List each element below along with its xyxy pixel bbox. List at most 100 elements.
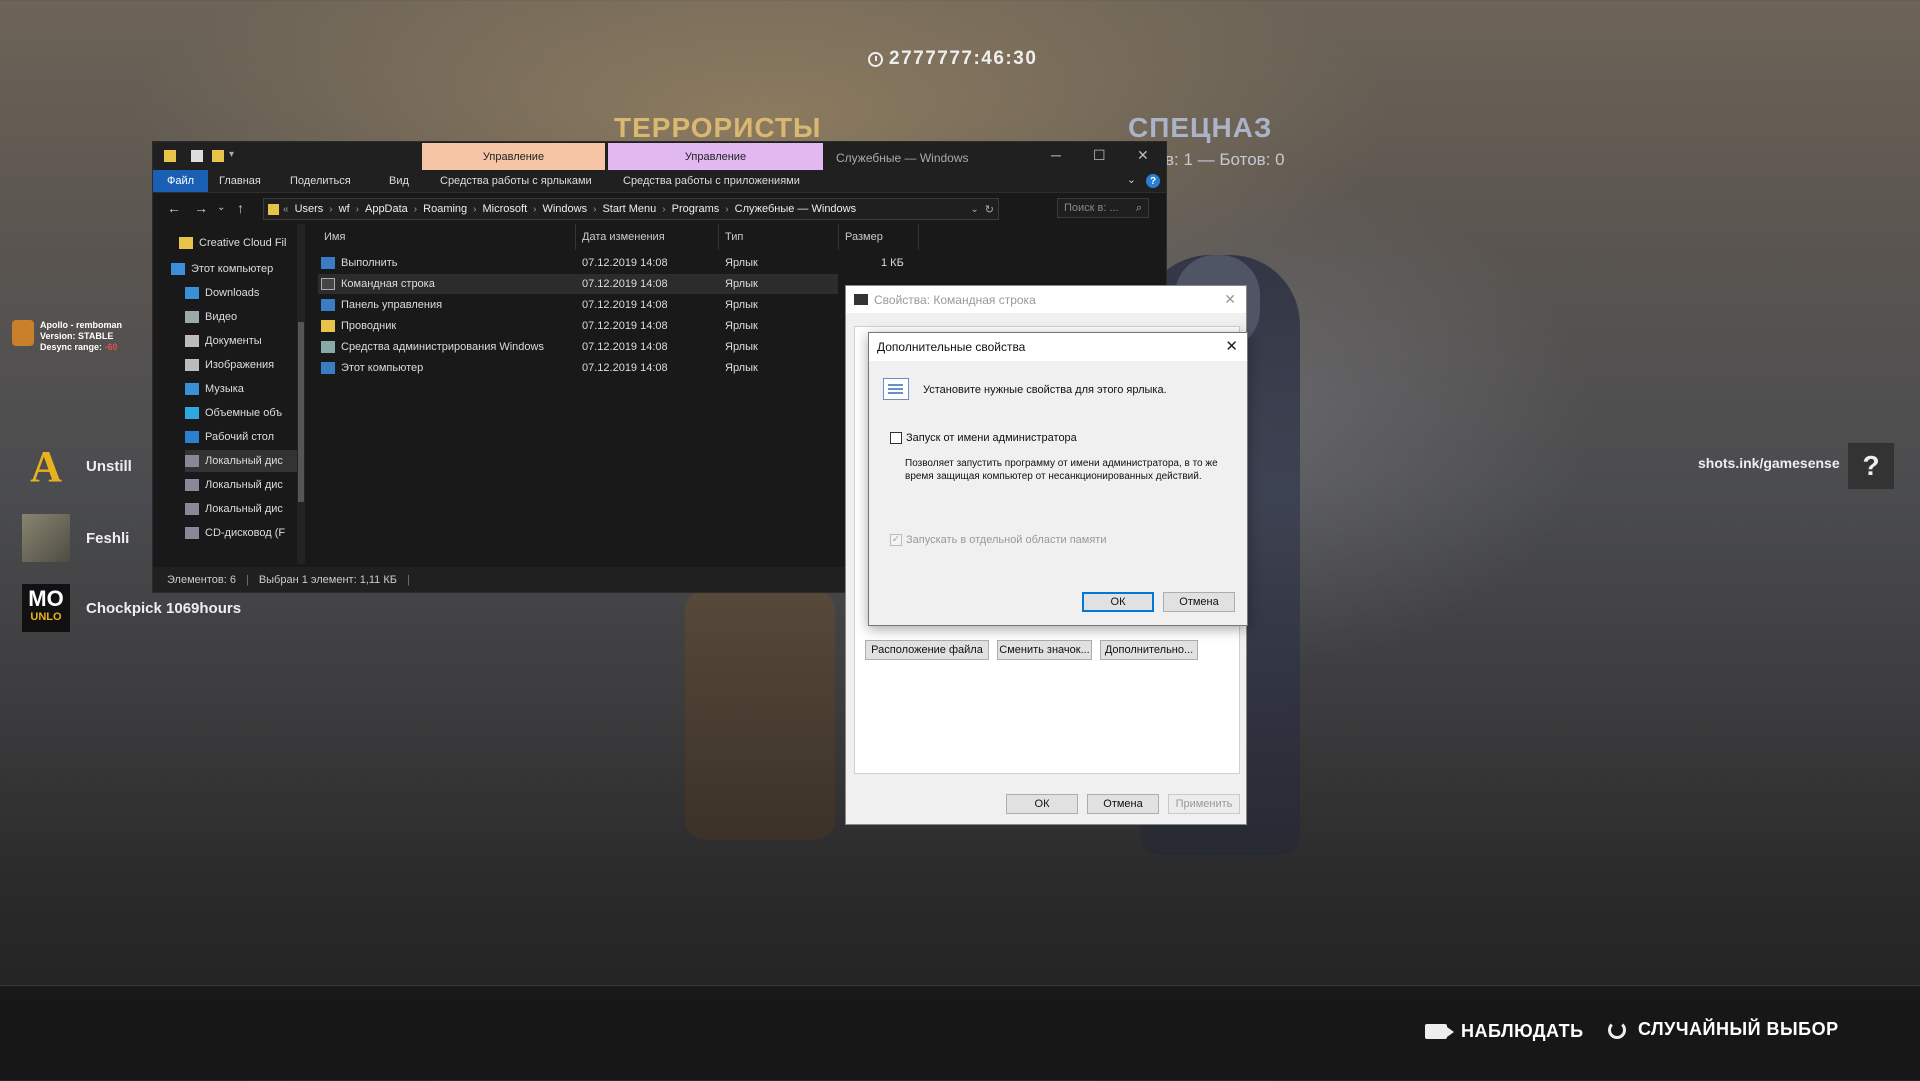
admin-tools-icon <box>321 341 335 354</box>
cube-icon <box>185 407 199 419</box>
nav-scrollbar-thumb[interactable] <box>298 322 304 502</box>
nav-item-music[interactable]: Музыка <box>185 378 244 400</box>
document-icon <box>185 335 199 347</box>
team-terrorists-label[interactable]: ТЕРРОРИСТЫ <box>614 112 821 144</box>
nav-item-this-pc[interactable]: Этот компьютер <box>171 258 273 280</box>
tab-file[interactable]: Файл <box>153 170 209 192</box>
random-select-button[interactable]: СЛУЧАЙНЫЙ ВЫБОР <box>1608 1019 1839 1040</box>
nav-item-local-disk[interactable]: Локальный дис <box>185 450 297 472</box>
separate-memory-checkbox: ✓ <box>890 534 902 546</box>
player-entry[interactable]: Feshli <box>22 514 129 562</box>
nav-item-cd-drive[interactable]: CD-дисковод (F <box>185 522 285 544</box>
team-ct-label[interactable]: СПЕЦНАЗ <box>1128 112 1272 144</box>
breadcrumb[interactable]: wf <box>339 203 350 215</box>
cancel-button[interactable]: Отмена <box>1163 592 1235 612</box>
nav-item-documents[interactable]: Документы <box>185 330 262 352</box>
address-dropdown-icon[interactable]: ⌄ <box>970 204 978 215</box>
table-row[interactable]: Выполнить 07.12.2019 14:08 Ярлык 1 КБ <box>318 253 904 273</box>
separate-memory-label: Запускать в отдельной области памяти <box>906 534 1107 546</box>
nav-item-3d-objects[interactable]: Объемные объ <box>185 402 282 424</box>
player-entry[interactable]: A Unstill <box>22 442 132 491</box>
ribbon-expand-icon[interactable]: ⌄ <box>1127 173 1136 186</box>
context-tab-app-manage[interactable]: Управление <box>608 143 823 171</box>
close-icon[interactable]: ✕ <box>1137 147 1149 164</box>
advanced-properties-dialog: Дополнительные свойства ✕ Установите нуж… <box>868 332 1248 626</box>
control-panel-icon <box>321 299 335 312</box>
breadcrumb[interactable]: Служебные — Windows <box>735 203 856 215</box>
maximize-icon[interactable]: ☐ <box>1093 147 1106 164</box>
column-header-date[interactable]: Дата изменения <box>576 224 719 250</box>
folder-icon <box>164 150 176 162</box>
advanced-button[interactable]: Дополнительно... <box>1100 640 1198 660</box>
run-as-admin-checkbox[interactable] <box>890 432 902 444</box>
tab-shortcut-tools[interactable]: Средства работы с ярлыками <box>428 170 604 192</box>
forward-icon[interactable]: → <box>194 200 208 216</box>
nav-item-local-disk[interactable]: Локальный дис <box>185 498 283 520</box>
cmd-icon <box>854 294 868 305</box>
advanced-prompt: Установите нужные свойства для этого ярл… <box>923 384 1167 396</box>
change-icon-button[interactable]: Сменить значок... <box>997 640 1092 660</box>
breadcrumb[interactable]: Roaming <box>423 203 467 215</box>
table-row[interactable]: Этот компьютер 07.12.2019 14:08 Ярлык <box>318 358 838 378</box>
computer-icon <box>171 263 185 275</box>
window-title: Служебные — Windows <box>836 151 969 165</box>
music-icon <box>185 383 199 395</box>
table-row-selected[interactable]: Командная строка 07.12.2019 14:08 Ярлык <box>318 274 838 294</box>
list-icon <box>883 378 909 400</box>
drive-icon <box>185 455 199 467</box>
nav-item[interactable]: Creative Cloud Fil <box>179 232 286 254</box>
avatar: MO UNLO <box>22 584 70 632</box>
tab-app-tools[interactable]: Средства работы с приложениями <box>611 170 812 192</box>
nav-item-pictures[interactable]: Изображения <box>185 354 274 376</box>
refresh-icon[interactable]: ↻ <box>985 203 994 216</box>
breadcrumb[interactable]: Users <box>295 203 324 215</box>
explorer-titlebar[interactable]: ▾ Управление Управление Служебные — Wind… <box>153 142 1166 171</box>
breadcrumb[interactable]: Windows <box>542 203 587 215</box>
help-button[interactable]: ? <box>1848 443 1894 489</box>
cancel-button[interactable]: Отмена <box>1087 794 1159 814</box>
file-location-button[interactable]: Расположение файла <box>865 640 989 660</box>
breadcrumb[interactable]: Start Menu <box>602 203 656 215</box>
new-folder-icon[interactable] <box>212 150 224 162</box>
column-header-name[interactable]: Имя <box>318 224 576 250</box>
back-icon[interactable]: ← <box>167 200 181 216</box>
video-icon <box>185 311 199 323</box>
nav-item-local-disk[interactable]: Локальный дис <box>185 474 283 496</box>
breadcrumb[interactable]: Microsoft <box>483 203 528 215</box>
search-input[interactable]: Поиск в: ... ⌕ <box>1057 198 1149 218</box>
apply-button[interactable]: Применить <box>1168 794 1240 814</box>
folder-icon <box>268 203 279 215</box>
nav-item-videos[interactable]: Видео <box>185 306 237 328</box>
tab-home[interactable]: Главная <box>207 170 273 192</box>
recent-dropdown-icon[interactable]: ⌄ <box>217 202 225 213</box>
address-bar[interactable]: « Users › wf › AppData › Roaming › Microsoft… <box>263 198 999 220</box>
context-tab-shortcut-manage[interactable]: Управление <box>422 143 605 171</box>
drive-icon <box>185 479 199 491</box>
advanced-titlebar[interactable]: Дополнительные свойства <box>869 333 1247 361</box>
properties-titlebar[interactable]: Свойства: Командная строка <box>846 286 1246 313</box>
qa-dropdown-icon[interactable]: ▾ <box>229 149 234 160</box>
table-row[interactable]: Проводник 07.12.2019 14:08 Ярлык <box>318 316 838 336</box>
ok-button[interactable]: ОК <box>1006 794 1078 814</box>
table-row[interactable]: Панель управления 07.12.2019 14:08 Ярлык <box>318 295 838 315</box>
ok-button[interactable]: ОК <box>1082 592 1154 612</box>
nav-item-desktop[interactable]: Рабочий стол <box>185 426 274 448</box>
desktop-icon <box>185 431 199 443</box>
refresh-icon <box>1608 1020 1626 1039</box>
table-row[interactable]: Средства администрирования Windows 07.12… <box>318 337 838 357</box>
column-header-size[interactable]: Размер <box>839 224 919 250</box>
up-icon[interactable]: ↑ <box>237 200 244 216</box>
run-as-admin-label[interactable]: Запуск от имени администратора <box>906 432 1077 444</box>
minimize-icon[interactable]: ─ <box>1051 147 1061 163</box>
properties-icon[interactable] <box>191 150 203 162</box>
breadcrumb[interactable]: Programs <box>672 203 720 215</box>
breadcrumb[interactable]: AppData <box>365 203 408 215</box>
tab-view[interactable]: Вид <box>377 170 421 192</box>
nav-item-downloads[interactable]: Downloads <box>185 282 259 304</box>
close-icon[interactable]: ✕ <box>1224 291 1236 308</box>
spectate-button[interactable]: НАБЛЮДАТЬ <box>1425 1021 1584 1042</box>
close-icon[interactable]: ✕ <box>1225 337 1238 355</box>
column-header-type[interactable]: Тип <box>719 224 839 250</box>
tab-share[interactable]: Поделиться <box>278 170 363 192</box>
help-icon[interactable]: ? <box>1146 174 1160 188</box>
